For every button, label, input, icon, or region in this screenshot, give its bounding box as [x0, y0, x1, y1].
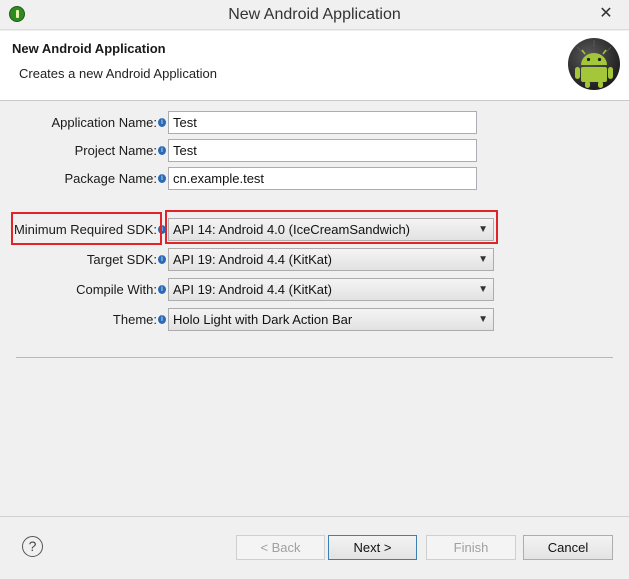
target-sdk-label: Target SDK:: [86, 252, 157, 267]
compile-with-row: Compile With: i API 19: Android 4.4 (Kit…: [0, 278, 629, 302]
application-name-row: Application Name: i Test: [0, 111, 629, 135]
dropdown-arrow-icon[interactable]: ▼: [478, 282, 488, 297]
application-name-label: Application Name:: [51, 115, 158, 130]
finish-button[interactable]: Finish: [426, 535, 516, 560]
theme-label: Theme:: [112, 312, 157, 327]
compile-with-select[interactable]: API 19: Android 4.4 (KitKat) ▼: [168, 278, 494, 301]
min-sdk-value: API 14: Android 4.0 (IceCreamSandwich): [173, 222, 411, 237]
next-button[interactable]: Next >: [328, 535, 417, 560]
min-sdk-row: Minimum Required SDK: i API 14: Android …: [0, 218, 629, 242]
application-name-input[interactable]: Test: [168, 111, 477, 134]
min-sdk-label: Minimum Required SDK:: [13, 222, 157, 237]
compile-with-value: API 19: Android 4.4 (KitKat): [173, 282, 332, 297]
cancel-button[interactable]: Cancel: [523, 535, 613, 560]
project-name-label: Project Name:: [74, 143, 157, 158]
theme-select[interactable]: Holo Light with Dark Action Bar ▼: [168, 308, 494, 331]
close-window-button[interactable]: ✕: [593, 3, 619, 25]
target-sdk-row: Target SDK: i API 19: Android 4.4 (KitKa…: [0, 248, 629, 272]
dropdown-arrow-icon[interactable]: ▼: [478, 312, 488, 327]
wizard-banner: New Android Application Creates a new An…: [0, 31, 629, 101]
info-icon[interactable]: i: [158, 174, 166, 183]
theme-value: Holo Light with Dark Action Bar: [173, 312, 353, 327]
package-name-label: Package Name:: [64, 171, 158, 186]
info-icon[interactable]: i: [158, 285, 166, 294]
compile-with-label: Compile With:: [76, 282, 157, 297]
info-icon[interactable]: i: [158, 315, 166, 324]
banner-title: New Android Application: [12, 41, 166, 56]
info-icon[interactable]: i: [158, 146, 166, 155]
dropdown-arrow-icon[interactable]: ▼: [478, 222, 488, 237]
footer-separator: [0, 516, 629, 517]
target-sdk-select[interactable]: API 19: Android 4.4 (KitKat) ▼: [168, 248, 494, 271]
target-sdk-value: API 19: Android 4.4 (KitKat): [173, 252, 332, 267]
form-separator: [16, 357, 613, 358]
info-icon[interactable]: i: [158, 225, 166, 234]
project-name-input[interactable]: Test: [168, 139, 477, 162]
info-icon[interactable]: i: [158, 118, 166, 127]
title-bar: New Android Application ✕: [0, 0, 629, 30]
help-icon[interactable]: ?: [22, 536, 43, 557]
dropdown-arrow-icon[interactable]: ▼: [478, 252, 488, 267]
package-name-row: Package Name: i cn.example.test: [0, 167, 629, 191]
project-name-row: Project Name: i Test: [0, 139, 629, 163]
banner-description: Creates a new Android Application: [19, 66, 218, 81]
android-logo-icon: [568, 38, 620, 90]
min-sdk-select[interactable]: API 14: Android 4.0 (IceCreamSandwich) ▼: [168, 218, 494, 241]
window-title: New Android Application: [228, 6, 401, 23]
theme-row: Theme: i Holo Light with Dark Action Bar…: [0, 308, 629, 332]
package-name-input[interactable]: cn.example.test: [168, 167, 477, 190]
back-button[interactable]: < Back: [236, 535, 325, 560]
info-icon[interactable]: i: [158, 255, 166, 264]
